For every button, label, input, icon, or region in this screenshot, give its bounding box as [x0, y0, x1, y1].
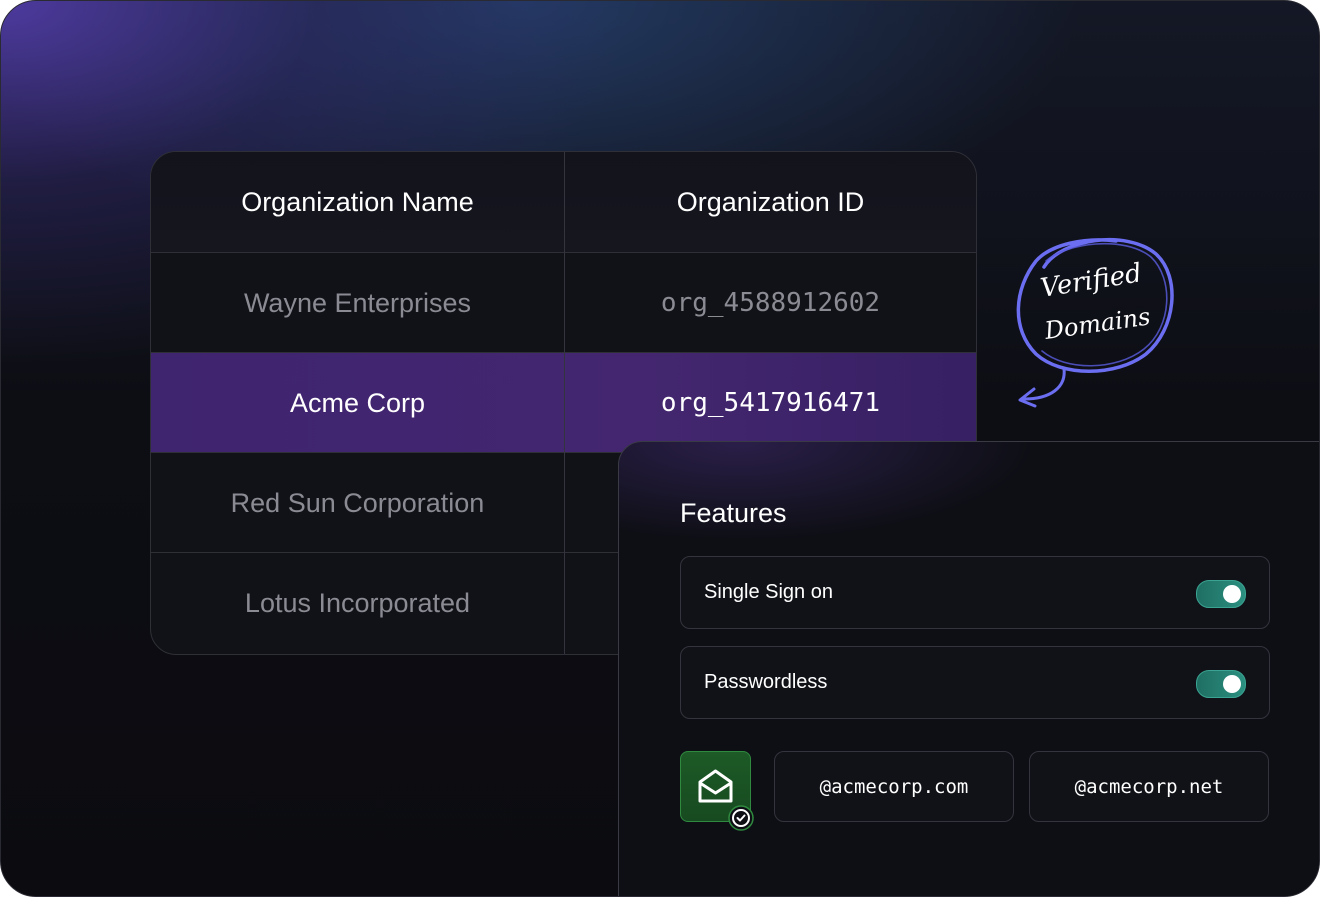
column-header-id-label: Organization ID	[676, 186, 865, 217]
feature-row-passwordless: Passwordless	[680, 646, 1270, 719]
table-row-wayne-name[interactable]: Wayne Enterprises	[151, 253, 564, 353]
verified-domain-badge[interactable]	[680, 751, 754, 831]
sso-toggle[interactable]	[1196, 580, 1246, 608]
passwordless-toggle[interactable]	[1196, 670, 1246, 698]
column-header-name[interactable]: Organization Name	[151, 152, 564, 252]
table-row-acme-name[interactable]: Acme Corp	[151, 353, 564, 453]
table-row-wayne-id[interactable]: org_4588912602	[565, 253, 976, 353]
column-header-id[interactable]: Organization ID	[565, 152, 976, 252]
features-panel: Features Single Sign on Passwordless @ac…	[618, 441, 1319, 896]
org-name: Wayne Enterprises	[243, 287, 472, 318]
callout-line2: Domains	[1042, 302, 1152, 345]
check-circle-icon	[728, 805, 754, 831]
column-divider	[564, 152, 565, 654]
table-row-redsun-name[interactable]: Red Sun Corporation	[151, 453, 564, 553]
toggle-knob	[1223, 585, 1241, 603]
org-name: Red Sun Corporation	[230, 487, 485, 518]
org-name: Acme Corp	[289, 387, 426, 418]
column-header-name-label: Organization Name	[241, 186, 474, 217]
org-name: Lotus Incorporated	[244, 587, 471, 618]
domain-chip-net[interactable]: @acmecorp.net	[1029, 751, 1269, 822]
org-id: org_5417916471	[660, 388, 881, 418]
toggle-knob	[1223, 675, 1241, 693]
feature-label-passwordless: Passwordless	[704, 671, 828, 693]
callout-line1: Verified	[1038, 258, 1143, 304]
domain-chip-com[interactable]: @acmecorp.com	[774, 751, 1014, 822]
feature-row-sso: Single Sign on	[680, 556, 1270, 629]
features-title: Features	[680, 498, 787, 528]
app-frame: Organization Name Organization ID Wayne …	[0, 0, 1320, 897]
verified-domains-callout: Verified Domains	[1016, 238, 1174, 408]
org-id: org_4588912602	[660, 288, 881, 318]
table-row-lotus-name[interactable]: Lotus Incorporated	[151, 553, 564, 653]
feature-label-sso: Single Sign on	[704, 581, 833, 603]
table-row-acme-id[interactable]: org_5417916471	[565, 353, 976, 453]
